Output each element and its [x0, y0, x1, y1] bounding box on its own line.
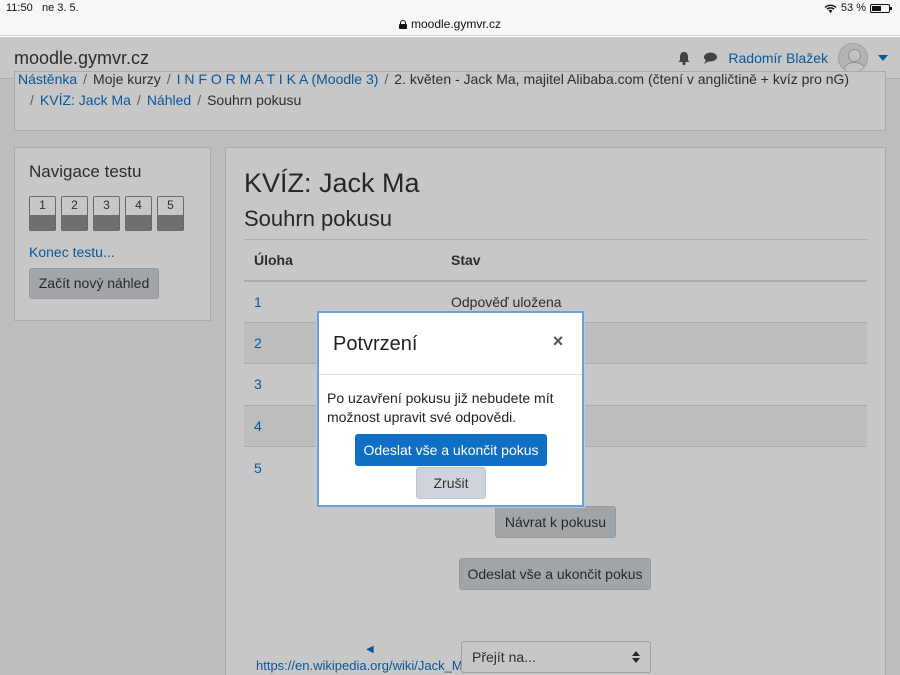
wifi-icon [824, 4, 837, 13]
address-bar[interactable]: moodle.gymvr.cz [0, 16, 900, 36]
cancel-button[interactable]: Zrušit [416, 467, 486, 499]
dialog-message: Po uzavření pokusu již nebudete mít možn… [327, 390, 554, 425]
confirmation-dialog: Potvrzení × Po uzavření pokusu již nebud… [317, 311, 584, 507]
status-bar: 11:50 ne 3. 5. 53 % [0, 0, 900, 16]
dialog-title: Potvrzení [333, 333, 418, 355]
status-time: 11:50 [6, 2, 33, 14]
battery-percent: 53 % [840, 2, 866, 14]
confirm-submit-button[interactable]: Odeslat vše a ukončit pokus [355, 434, 547, 466]
url-text[interactable]: moodle.gymvr.cz [411, 17, 501, 31]
dialog-divider [319, 374, 582, 375]
status-date: ne 3. 5. [42, 2, 79, 14]
close-icon[interactable]: × [542, 329, 574, 357]
lock-icon [398, 19, 407, 29]
battery-icon [870, 3, 892, 13]
status-right: 53 % [824, 2, 892, 14]
